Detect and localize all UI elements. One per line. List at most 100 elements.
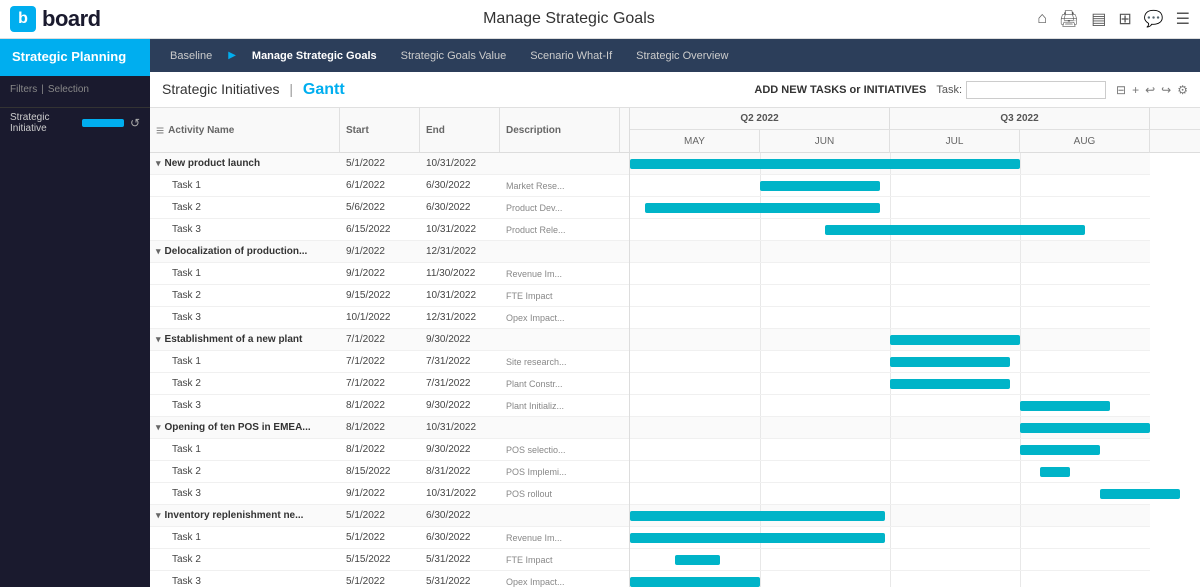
cell-end: 9/30/2022 (420, 442, 500, 457)
task-label: Task: (936, 84, 962, 96)
cell-end: 7/31/2022 (420, 376, 500, 391)
cell-start: 5/6/2022 (340, 200, 420, 215)
undo-icon[interactable]: ↩ (1145, 83, 1155, 97)
gantt-row (630, 527, 1150, 549)
cell-activity: ▾Inventory replenishment ne... (150, 508, 340, 523)
gantt-bar (1040, 467, 1070, 477)
gantt-bar (630, 533, 885, 543)
gantt-rows-container (630, 153, 1200, 587)
gantt-vline (890, 263, 891, 284)
gantt-panel[interactable]: Q2 2022 Q3 2022 MAY JUN JUL AUG (630, 108, 1200, 587)
chevron-icon[interactable]: ▾ (156, 422, 161, 432)
filter-refresh-icon[interactable]: ↺ (130, 116, 140, 130)
task-panel[interactable]: ≡ Activity Name Start End Description ▾N… (150, 108, 630, 587)
chevron-icon[interactable]: ▾ (156, 510, 161, 520)
nav-overview[interactable]: Strategic Overview (626, 46, 738, 66)
print-icon[interactable]: 🖨 (1059, 9, 1079, 29)
sidebar-filters: Filters | Selection (0, 76, 150, 108)
cell-start: 5/15/2022 (340, 552, 420, 567)
cell-start: 9/1/2022 (340, 244, 420, 259)
sidebar-strategic-initiative[interactable]: Strategic Initiative ↺ (0, 108, 150, 138)
table-row: ▾Opening of ten POS in EMEA...8/1/202210… (150, 417, 629, 439)
cell-desc: POS Implemi... (500, 465, 620, 479)
gantt-vline (1020, 571, 1021, 587)
add-icon[interactable]: + (1132, 83, 1139, 97)
home-icon[interactable]: ⌂ (1037, 10, 1047, 28)
gantt-bar (675, 555, 720, 565)
nav-baseline[interactable]: Baseline (160, 46, 222, 66)
filter-icon[interactable]: ⊟ (1116, 83, 1126, 97)
gantt-bar (1020, 401, 1110, 411)
nav-manage-goals[interactable]: Manage Strategic Goals (242, 46, 387, 66)
task-select[interactable] (966, 81, 1106, 99)
message-icon[interactable]: ▤ (1091, 9, 1106, 29)
table-row: Task 39/1/202210/31/2022POS rollout (150, 483, 629, 505)
view-title: Strategic Initiatives | Gantt (162, 81, 345, 99)
gantt-bar (645, 203, 880, 213)
cell-activity: ▾New product launch (150, 156, 340, 171)
gantt-vline (760, 307, 761, 328)
gantt-vline (890, 527, 891, 548)
cell-desc: Market Rese... (500, 179, 620, 193)
cell-activity: Task 1 (150, 266, 340, 281)
settings-icon[interactable]: ⚙ (1177, 83, 1188, 97)
cell-start: 8/15/2022 (340, 464, 420, 479)
chat-icon[interactable]: 💬 (1144, 9, 1164, 29)
gantt-row (630, 571, 1150, 587)
gantt-row (630, 417, 1150, 439)
chevron-icon[interactable]: ▾ (156, 246, 161, 256)
cell-activity: Task 2 (150, 288, 340, 303)
menu-icon[interactable]: ☰ (1176, 9, 1190, 29)
nav-goals-value[interactable]: Strategic Goals Value (391, 46, 517, 66)
cell-start: 7/1/2022 (340, 332, 420, 347)
gantt-row (630, 439, 1150, 461)
chevron-icon[interactable]: ▾ (156, 334, 161, 344)
gantt-vline (760, 461, 761, 482)
gantt-vline (760, 263, 761, 284)
cell-desc: Product Rele... (500, 223, 620, 237)
gantt-row (630, 483, 1150, 505)
cell-desc: Revenue Im... (500, 267, 620, 281)
cell-desc: Opex Impact... (500, 311, 620, 325)
cell-start: 5/1/2022 (340, 530, 420, 545)
gantt-vline (1020, 483, 1021, 504)
cell-desc (500, 426, 620, 430)
gantt-time-header: Q2 2022 Q3 2022 MAY JUN JUL AUG (630, 108, 1200, 153)
cell-end: 8/31/2022 (420, 464, 500, 479)
table-row: Task 36/15/202210/31/2022Product Rele... (150, 219, 629, 241)
column-headers: ≡ Activity Name Start End Description (150, 108, 629, 153)
add-new-button[interactable]: ADD NEW TASKS or INITIATIVES (754, 84, 926, 96)
logo-b-icon: b (10, 6, 36, 32)
redo-icon[interactable]: ↪ (1161, 83, 1171, 97)
table-row: Task 28/15/20228/31/2022POS Implemi... (150, 461, 629, 483)
gantt-vline (760, 351, 761, 372)
sort-icon: ≡ (156, 122, 164, 138)
logo-name: board (42, 6, 101, 32)
cell-start: 9/1/2022 (340, 266, 420, 281)
table-row: Task 19/1/202211/30/2022Revenue Im... (150, 263, 629, 285)
table-row: Task 25/6/20226/30/2022Product Dev... (150, 197, 629, 219)
grid-icon[interactable]: ⊞ (1118, 9, 1131, 29)
q2-2022-label: Q2 2022 (630, 108, 890, 129)
cell-end: 5/31/2022 (420, 574, 500, 587)
table-row: Task 29/15/202210/31/2022FTE Impact (150, 285, 629, 307)
table-row: ▾Inventory replenishment ne...5/1/20226/… (150, 505, 629, 527)
cell-desc: Revenue Im... (500, 531, 620, 545)
jun-header: JUN (760, 130, 890, 153)
gantt-vline (890, 483, 891, 504)
chevron-icon[interactable]: ▾ (156, 158, 161, 168)
cell-end: 12/31/2022 (420, 244, 500, 259)
gantt-quarter-row: Q2 2022 Q3 2022 (630, 108, 1200, 130)
cell-start: 9/15/2022 (340, 288, 420, 303)
gantt-row (630, 153, 1150, 175)
nav-scenario[interactable]: Scenario What-If (520, 46, 622, 66)
table-row: Task 17/1/20227/31/2022Site research... (150, 351, 629, 373)
gantt-row (630, 461, 1150, 483)
cell-end: 6/30/2022 (420, 178, 500, 193)
cell-start: 9/1/2022 (340, 486, 420, 501)
cell-end: 6/30/2022 (420, 508, 500, 523)
cell-end: 10/31/2022 (420, 486, 500, 501)
table-row: Task 38/1/20229/30/2022Plant Initializ..… (150, 395, 629, 417)
cell-activity: Task 1 (150, 354, 340, 369)
gantt-row (630, 263, 1150, 285)
